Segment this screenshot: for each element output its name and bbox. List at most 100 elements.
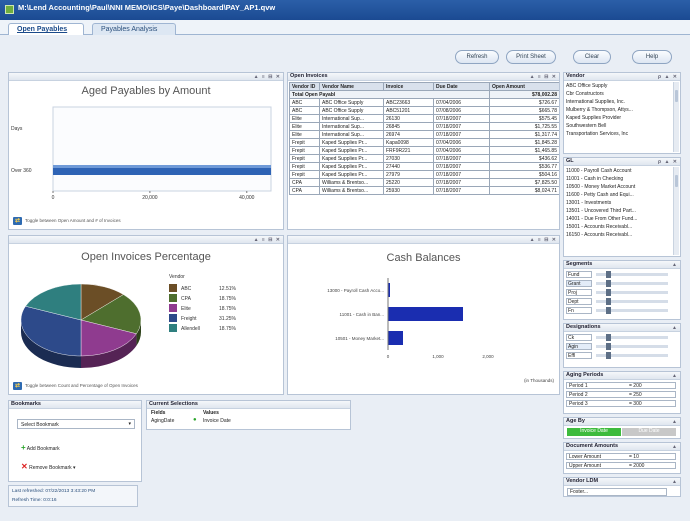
category-label: 13000 - Payroll Cash Acco... <box>327 288 384 293</box>
list-item[interactable]: International Supplies, Inc. <box>566 99 672 106</box>
table-row[interactable]: Frepit Kaped Supplies Pr... 27030 07/18/200… <box>289 154 559 163</box>
table-row[interactable]: Frepit Kaped Supplies Pr... 27440 07/18/200… <box>289 162 559 171</box>
parameter-value[interactable]: = 300 <box>629 401 642 407</box>
table-cell: 07/18/2007 <box>433 114 490 123</box>
slider-thumb[interactable] <box>606 307 611 314</box>
slider-row[interactable]: Grant <box>566 280 668 287</box>
slider-thumb[interactable] <box>606 289 611 296</box>
table-cell: Frepit <box>289 146 320 155</box>
remove-bookmark-button[interactable]: ✕ Remove Bookmark ▾ <box>21 462 76 471</box>
slider-thumb[interactable] <box>606 334 611 341</box>
list-item[interactable]: Cbr Constructors <box>566 91 672 98</box>
bar[interactable] <box>388 307 463 321</box>
parameter-row[interactable]: Period 1 = 200 <box>566 382 676 389</box>
panel-controls[interactable]: ▲ ≡ ⊟ ✕ <box>254 74 281 80</box>
tick-label: 0 <box>52 195 55 201</box>
parameter-row[interactable]: Upper Amount = 2000 <box>566 462 676 469</box>
refresh-button[interactable]: Refresh <box>455 50 499 64</box>
parameter-row[interactable]: Lower Amount = 10 <box>566 453 676 460</box>
column-header[interactable]: Vendor Name <box>319 82 384 91</box>
help-button[interactable]: Help <box>632 50 672 64</box>
table-row[interactable]: CPA Williams & Brentso... 25220 07/18/2007 $… <box>289 178 559 187</box>
panel-controls[interactable]: ▲ <box>672 419 678 425</box>
age-by-option-due-date[interactable]: Due Date <box>622 428 676 436</box>
table-row[interactable]: Frepit Kaped Supplies Pr... FRF9R221 07/04/… <box>289 146 559 155</box>
designations-title: Designations <box>566 324 601 330</box>
bar[interactable] <box>388 331 403 345</box>
pie-caption: ▲ ≡ ⊟ ✕ <box>9 236 283 244</box>
slider-row[interactable]: Dept <box>566 298 668 305</box>
table-cell: 07/04/2006 <box>433 98 490 107</box>
parameter-label: Period 1 <box>569 383 588 389</box>
list-item[interactable]: 16150 - Accounts Receivabl... <box>566 232 672 239</box>
panel-controls[interactable]: ▲ ≡ ⊟ ✕ <box>530 74 557 80</box>
table-row[interactable]: Elite International Sup... 26845 07/18/2007… <box>289 122 559 131</box>
slider-row[interactable]: Proj <box>566 289 668 296</box>
list-item[interactable]: Mulberry & Thompson, Attys... <box>566 107 672 114</box>
panel-controls[interactable]: ▲ <box>672 479 678 485</box>
column-header[interactable]: Invoice <box>383 82 434 91</box>
panel-controls[interactable]: ▲ <box>672 325 678 331</box>
list-item[interactable]: Kaped Supplies Provider <box>566 115 672 122</box>
list-item[interactable]: ABC Office Supply <box>566 83 672 90</box>
list-item[interactable]: 11000 - Payroll Cash Account <box>566 168 672 175</box>
vendor-scrollbar[interactable] <box>673 82 679 152</box>
vendor-search-input[interactable]: Foster... <box>567 488 667 496</box>
slider-thumb[interactable] <box>606 271 611 278</box>
slider-thumb[interactable] <box>606 298 611 305</box>
slider-row[interactable]: Effl <box>566 352 668 359</box>
table-row[interactable]: Frepit Kaped Supplies Pr... Kapa0098 07/04/… <box>289 138 559 147</box>
parameter-value[interactable]: = 2000 <box>629 463 644 469</box>
table-row[interactable]: Frepit Kaped Supplies Pr... 27979 07/18/200… <box>289 170 559 179</box>
panel-controls[interactable]: ▲ <box>672 262 678 268</box>
table-cell: $504.16 <box>489 170 559 179</box>
gl-scrollbar[interactable] <box>673 167 679 255</box>
parameter-value[interactable]: = 200 <box>629 383 642 389</box>
clear-button[interactable]: Clear <box>573 50 611 64</box>
parameter-row[interactable]: Period 3 = 300 <box>566 400 676 407</box>
list-item[interactable]: 10500 - Money Market Account <box>566 184 672 191</box>
list-item[interactable]: Southwestern Bell <box>566 123 672 130</box>
table-cell: Williams & Brentso... <box>319 178 384 187</box>
list-item[interactable]: 11001 - Cash in Checking <box>566 176 672 183</box>
add-bookmark-button[interactable]: + Add Bookmark <box>21 443 60 452</box>
table-row[interactable]: Elite International Sup... 26130 07/18/2007… <box>289 114 559 123</box>
table-row[interactable]: ABC ABC Office Supply ABC23663 07/04/2006 $7… <box>289 98 559 107</box>
listbox-controls[interactable]: ρ ▲ ✕ <box>658 159 678 165</box>
panel-controls[interactable]: ▲ ≡ ⊟ ✕ <box>530 237 557 243</box>
slider-row[interactable]: Fund <box>566 271 668 278</box>
panel-controls[interactable]: ▲ <box>672 373 678 379</box>
column-header[interactable]: Open Amount <box>489 82 559 91</box>
list-item[interactable]: 15001 - Accounts Receivabl... <box>566 224 672 231</box>
list-item[interactable]: Transportation Services, Inc <box>566 131 672 138</box>
slider-thumb[interactable] <box>606 352 611 359</box>
slider-thumb[interactable] <box>606 343 611 350</box>
toggle-icon[interactable]: ⇄ <box>13 217 22 225</box>
panel-controls[interactable]: ▲ ≡ ⊟ ✕ <box>254 237 281 243</box>
slider-row[interactable]: Ck <box>566 334 668 341</box>
parameter-value[interactable]: = 250 <box>629 392 642 398</box>
print-sheet-button[interactable]: Print Sheet <box>506 50 556 64</box>
panel-controls[interactable]: ▲ <box>672 444 678 450</box>
slider-row[interactable]: Fn <box>566 307 668 314</box>
parameter-value[interactable]: = 10 <box>629 454 639 460</box>
list-item[interactable]: 14001 - Due From Other Fund... <box>566 216 672 223</box>
tab-open-payables[interactable]: Open Payables <box>8 23 84 35</box>
list-item[interactable]: 13001 - Investments <box>566 200 672 207</box>
table-row[interactable]: Elite International Sup... 26974 07/18/2007… <box>289 130 559 139</box>
column-header[interactable]: Due Date <box>433 82 490 91</box>
parameter-row[interactable]: Period 2 = 250 <box>566 391 676 398</box>
slider-row[interactable]: Agin <box>566 343 668 350</box>
list-item[interactable]: 11600 - Petty Cash and Equi... <box>566 192 672 199</box>
listbox-controls[interactable]: ρ ▲ ✕ <box>658 74 678 80</box>
tab-payables-analysis[interactable]: Payables Analysis <box>92 23 176 35</box>
slider-thumb[interactable] <box>606 280 611 287</box>
tick-label: 1,000 <box>432 354 444 359</box>
age-by-option-invoice-date[interactable]: Invoice Date <box>567 428 621 436</box>
table-row[interactable]: ABC ABC Office Supply ABC51201 07/08/2006 $6… <box>289 106 559 115</box>
toggle-icon[interactable]: ⇄ <box>13 382 22 390</box>
list-item[interactable]: 13501 - Uncovered Third Part... <box>566 208 672 215</box>
column-header[interactable]: Vendor ID <box>289 82 320 91</box>
table-row[interactable]: CPA Williams & Brentso... 25930 07/18/2007 $… <box>289 186 559 195</box>
bookmark-select[interactable]: Select Bookmark ▾ <box>17 419 135 429</box>
